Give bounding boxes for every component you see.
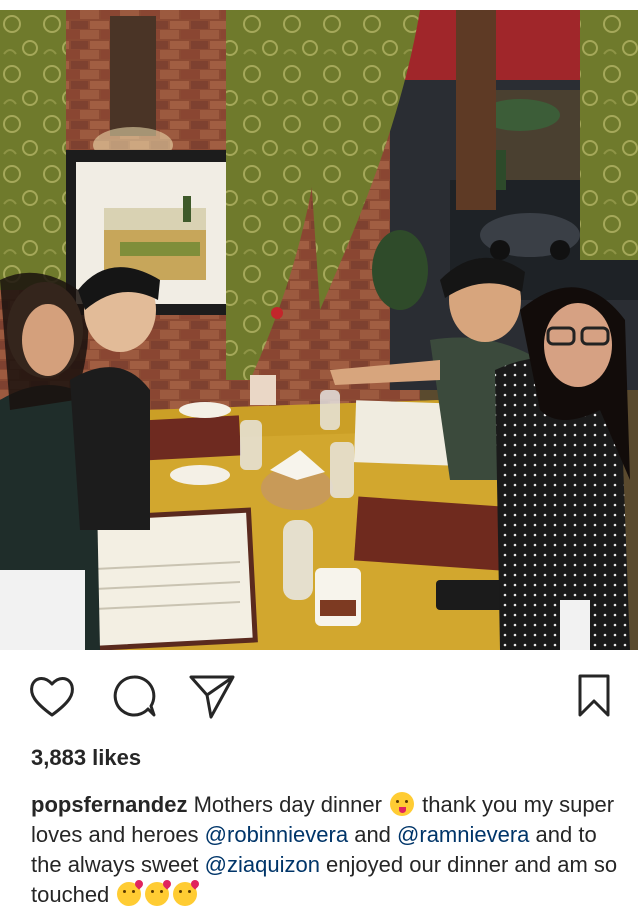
- goofy-face-emoji-icon: [390, 792, 415, 816]
- post-photo[interactable]: [0, 10, 638, 650]
- caption-username[interactable]: popsfernandez: [31, 792, 187, 817]
- caption-text: Mothers day dinner: [187, 792, 389, 817]
- likes-count[interactable]: 3,883 likes: [31, 745, 141, 771]
- post-caption: popsfernandez Mothers day dinner thank y…: [31, 790, 621, 910]
- post-actions-bar: [0, 672, 638, 724]
- caption-text: and: [348, 822, 398, 847]
- kissing-face-emoji-icon: [145, 882, 170, 906]
- bookmark-icon[interactable]: [570, 672, 618, 720]
- send-icon[interactable]: [188, 672, 236, 720]
- kissing-face-emoji-icon: [173, 882, 198, 906]
- mention-link[interactable]: @robinnievera: [205, 822, 348, 847]
- kissing-face-emoji-icon: [117, 882, 142, 906]
- comment-icon[interactable]: [110, 672, 158, 720]
- heart-icon[interactable]: [28, 672, 76, 720]
- mention-link[interactable]: @ziaquizon: [205, 852, 320, 877]
- mention-link[interactable]: @ramnievera: [397, 822, 529, 847]
- dinner-photo-illustration: [0, 10, 638, 650]
